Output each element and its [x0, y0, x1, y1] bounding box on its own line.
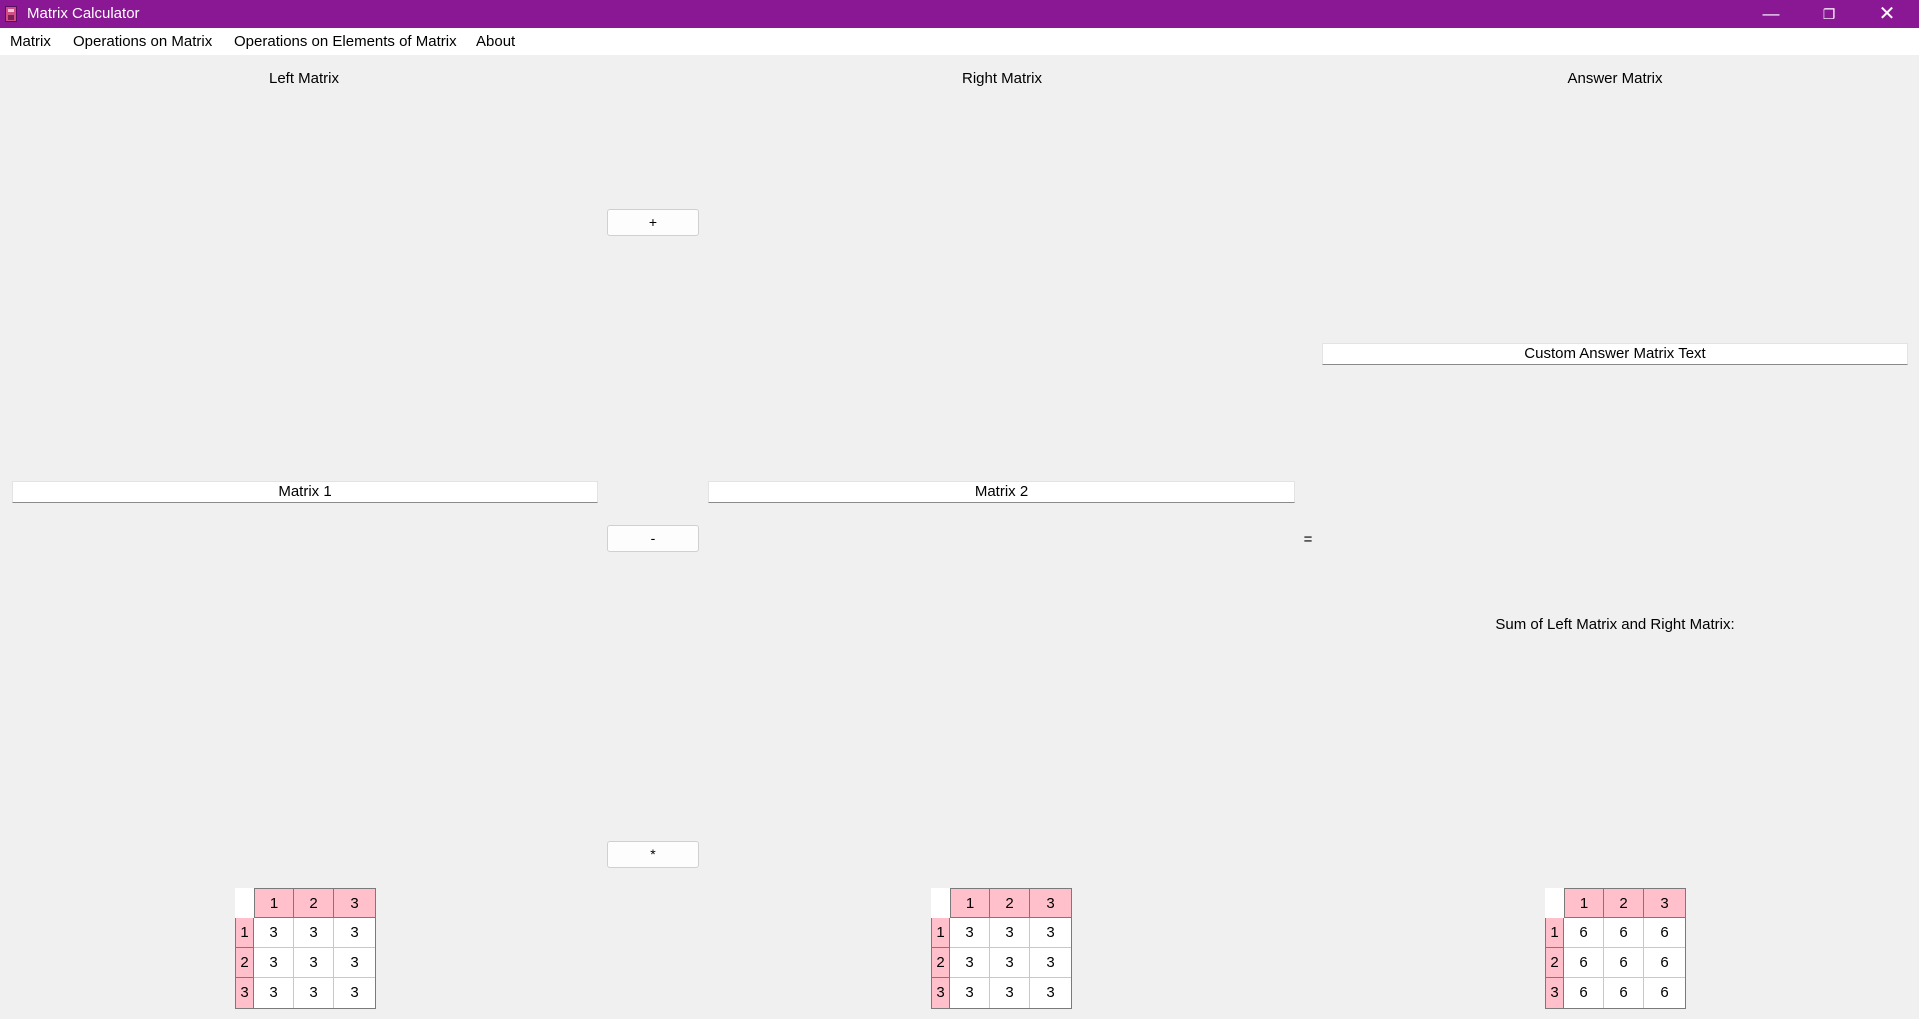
matrix-cell[interactable]: 3	[294, 918, 334, 948]
matrix-cell[interactable]: 3	[950, 978, 990, 1009]
answer-matrix-heading: Answer Matrix	[1567, 70, 1663, 87]
right-matrix-heading: Right Matrix	[961, 70, 1043, 87]
row-header[interactable]: 1	[931, 918, 950, 948]
column-header[interactable]: 1	[254, 888, 294, 918]
right-matrix-grid: 1 2 3 1 2 3 3 3 3 3 3 3 3 3 3	[931, 888, 1072, 1009]
matrix-cell[interactable]: 3	[334, 948, 376, 978]
matrix-cell[interactable]: 6	[1564, 918, 1604, 948]
column-header[interactable]: 2	[990, 888, 1030, 918]
left-matrix-grid: 1 2 3 1 2 3 3 3 3 3 3 3 3 3 3	[235, 888, 376, 1009]
matrix-cell[interactable]: 3	[950, 918, 990, 948]
grid-corner	[235, 888, 254, 918]
answer-matrix-grid: 1 2 3 1 2 3 6 6 6 6 6 6 6 6 6	[1545, 888, 1686, 1009]
menu-matrix[interactable]: Matrix	[10, 33, 51, 50]
matrix-cell[interactable]: 6	[1604, 978, 1644, 1009]
equals-sign: =	[1303, 531, 1313, 548]
matrix-cell[interactable]: 6	[1564, 978, 1604, 1009]
row-header[interactable]: 3	[235, 978, 254, 1009]
matrix-cell[interactable]: 3	[334, 918, 376, 948]
subtract-button[interactable]: -	[607, 525, 699, 552]
minimize-icon[interactable]: —	[1742, 0, 1800, 28]
matrix-cell[interactable]: 3	[334, 978, 376, 1009]
menu-operations-on-elements[interactable]: Operations on Elements of Matrix	[234, 33, 457, 50]
multiply-button[interactable]: *	[607, 841, 699, 868]
matrix-1-name-field[interactable]: Matrix 1	[12, 481, 598, 503]
restore-icon[interactable]: ❐	[1800, 0, 1858, 28]
column-header[interactable]: 3	[1644, 888, 1686, 918]
left-matrix-heading: Left Matrix	[268, 70, 340, 87]
menu-operations-on-matrix[interactable]: Operations on Matrix	[73, 33, 212, 50]
grid-corner	[931, 888, 950, 918]
row-header[interactable]: 2	[1545, 948, 1564, 978]
matrix-cell[interactable]: 3	[990, 918, 1030, 948]
column-header[interactable]: 3	[334, 888, 376, 918]
title-bar: Matrix Calculator — ❐ ✕	[0, 0, 1919, 28]
matrix-cell[interactable]: 3	[1030, 918, 1072, 948]
matrix-cell[interactable]: 3	[950, 948, 990, 978]
grid-corner	[1545, 888, 1564, 918]
matrix-cell[interactable]: 3	[990, 948, 1030, 978]
row-header[interactable]: 1	[235, 918, 254, 948]
column-header[interactable]: 2	[1604, 888, 1644, 918]
custom-answer-text-field[interactable]: Custom Answer Matrix Text	[1322, 343, 1908, 365]
answer-description: Sum of Left Matrix and Right Matrix:	[1495, 616, 1735, 633]
matrix-cell[interactable]: 6	[1644, 978, 1686, 1009]
matrix-cell[interactable]: 6	[1564, 948, 1604, 978]
menu-bar: Matrix Operations on Matrix Operations o…	[0, 28, 1919, 55]
row-header[interactable]: 2	[235, 948, 254, 978]
matrix-cell[interactable]: 6	[1644, 948, 1686, 978]
matrix-cell[interactable]: 3	[254, 948, 294, 978]
column-header[interactable]: 1	[1564, 888, 1604, 918]
matrix-cell[interactable]: 6	[1604, 918, 1644, 948]
menu-about[interactable]: About	[476, 33, 515, 50]
close-icon[interactable]: ✕	[1858, 0, 1916, 28]
row-header[interactable]: 2	[931, 948, 950, 978]
matrix-cell[interactable]: 3	[1030, 978, 1072, 1009]
matrix-cell[interactable]: 3	[990, 978, 1030, 1009]
column-header[interactable]: 1	[950, 888, 990, 918]
column-header[interactable]: 2	[294, 888, 334, 918]
matrix-cell[interactable]: 3	[254, 918, 294, 948]
add-button[interactable]: +	[607, 209, 699, 236]
matrix-cell[interactable]: 3	[294, 948, 334, 978]
row-header[interactable]: 3	[931, 978, 950, 1009]
matrix-cell[interactable]: 3	[1030, 948, 1072, 978]
app-icon	[5, 6, 17, 22]
matrix-cell[interactable]: 6	[1604, 948, 1644, 978]
matrix-cell[interactable]: 3	[254, 978, 294, 1009]
row-header[interactable]: 3	[1545, 978, 1564, 1009]
row-header[interactable]: 1	[1545, 918, 1564, 948]
matrix-cell[interactable]: 3	[294, 978, 334, 1009]
matrix-2-name-field[interactable]: Matrix 2	[708, 481, 1295, 503]
window-title: Matrix Calculator	[27, 5, 140, 22]
matrix-cell[interactable]: 6	[1644, 918, 1686, 948]
column-header[interactable]: 3	[1030, 888, 1072, 918]
